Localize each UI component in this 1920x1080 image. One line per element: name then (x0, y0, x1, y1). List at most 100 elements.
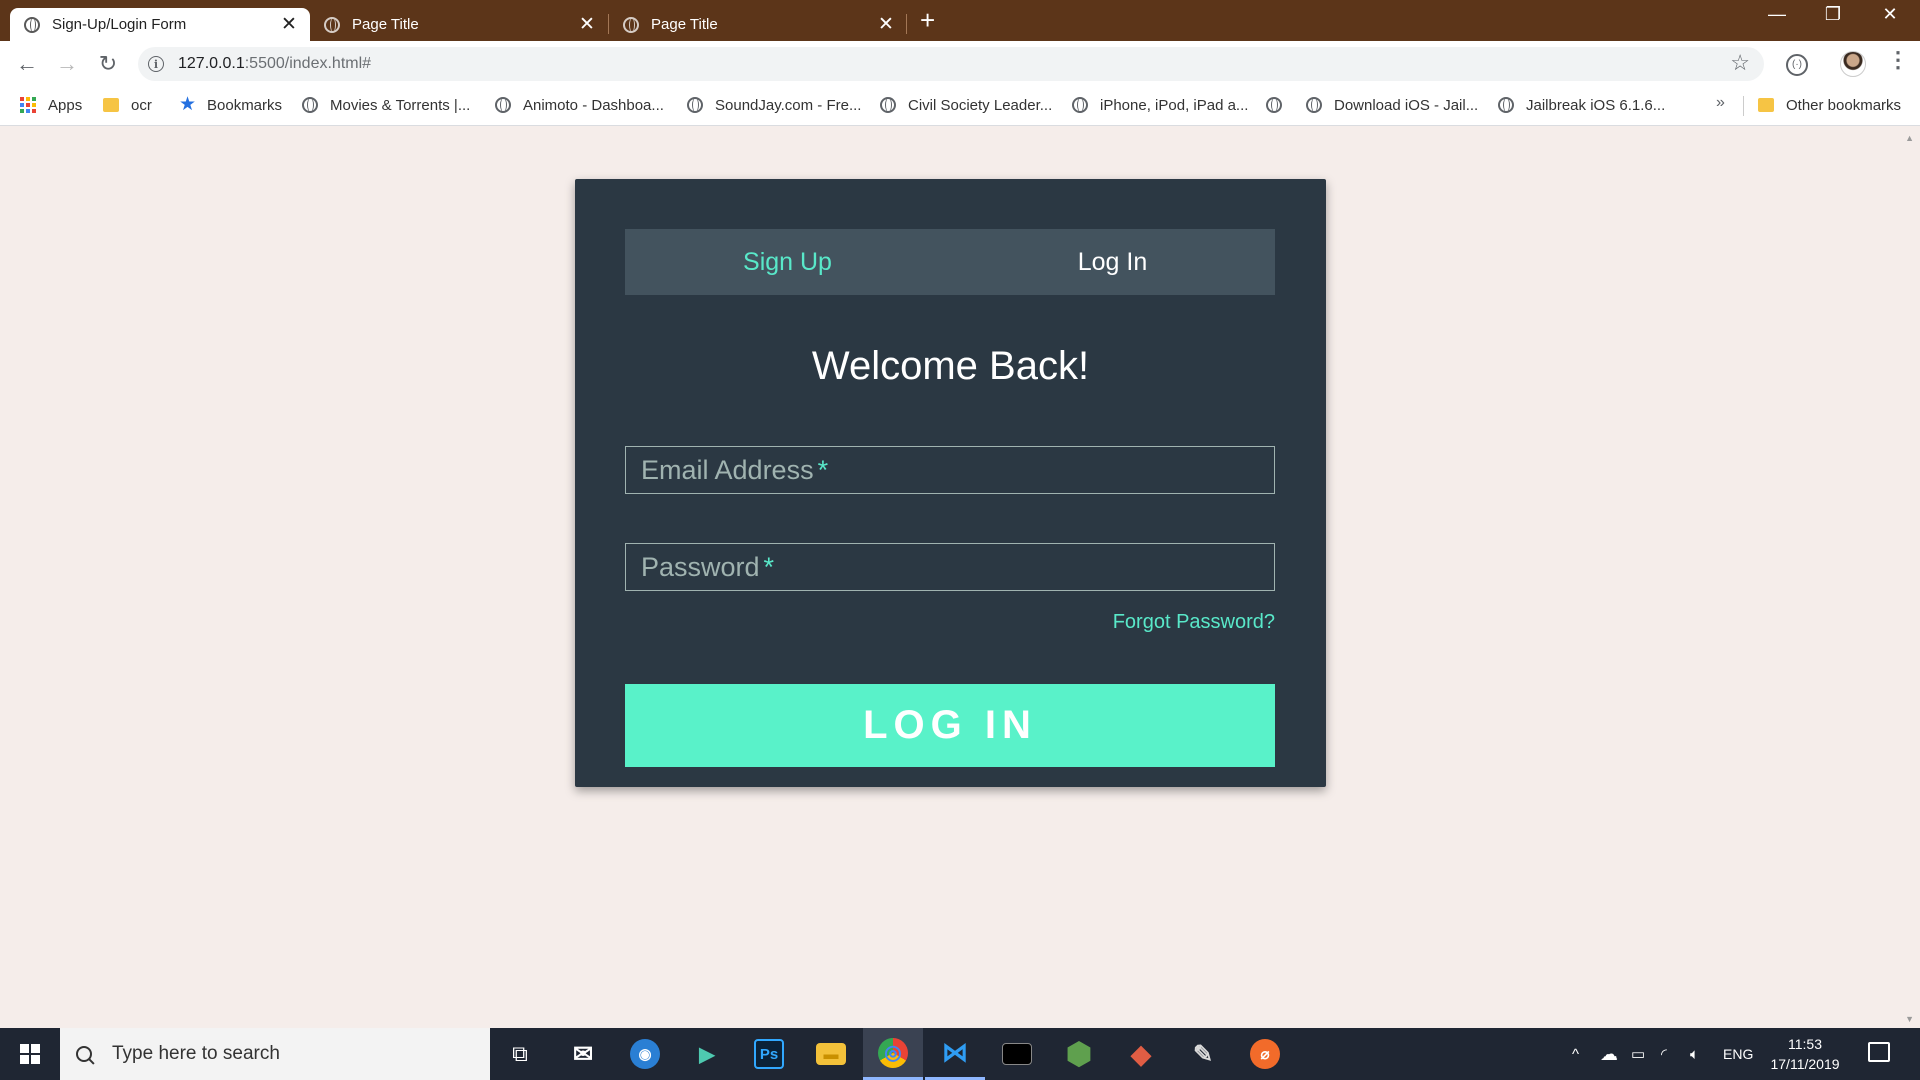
log-in-button[interactable]: LOG IN (625, 684, 1275, 767)
bookmark-iphone[interactable]: iPhone, iPod, iPad a... (1072, 88, 1248, 122)
taskbar-app-paint[interactable]: ✎ (1173, 1028, 1233, 1080)
forward-button[interactable]: → (52, 49, 82, 79)
menu-icon[interactable]: ⋮ (1887, 47, 1909, 73)
close-icon[interactable]: ✕ (877, 15, 895, 34)
bookmark-label: Movies & Torrents |... (330, 96, 471, 114)
close-window-button[interactable]: ✕ (1870, 4, 1910, 25)
bookmark-star-icon[interactable]: ☆ (1730, 50, 1750, 76)
taskbar-clock[interactable]: 11:53 17/11/2019 (1763, 1034, 1847, 1074)
profile-avatar[interactable] (1840, 51, 1866, 77)
bookmark-unnamed[interactable] (1266, 88, 1294, 122)
tab-title: Sign-Up/Login Form (52, 16, 187, 33)
bookmark-civil-society[interactable]: Civil Society Leader... (880, 88, 1052, 122)
tab-title: Page Title (352, 16, 419, 33)
vscode-icon: ⋈ (942, 1037, 968, 1067)
taskbar-app-nodejs[interactable]: ⬢ (1049, 1028, 1109, 1080)
form-tab-group: Sign Up Log In (625, 229, 1275, 295)
taskbar-app-chrome[interactable]: ◎ (863, 1028, 923, 1080)
extension-icon[interactable]: (·) (1786, 54, 1808, 76)
bookmark-label: SoundJay.com - Fre... (715, 96, 862, 114)
terminal-icon: ▭ (1002, 1043, 1032, 1065)
globe-icon (324, 16, 340, 33)
globe-icon (1266, 97, 1282, 113)
bookmark-label: ocr (131, 96, 152, 114)
forgot-password-link[interactable]: Forgot Password? (1113, 611, 1275, 634)
tray-overflow-icon[interactable]: ^ (1572, 1028, 1579, 1080)
minimize-button[interactable]: — (1757, 4, 1797, 25)
nodejs-icon: ⬢ (1065, 1037, 1093, 1071)
scroll-up-arrow[interactable]: ▲ (1905, 133, 1914, 143)
start-button[interactable] (0, 1028, 60, 1080)
tab-page-title-2[interactable]: Page Title ✕ (609, 8, 907, 41)
taskbar-app-sublime[interactable]: ▶ (677, 1028, 737, 1080)
taskbar-app-photoshop[interactable]: Ps (739, 1028, 799, 1080)
globe-icon (24, 16, 40, 33)
git-icon: ◆ (1131, 1038, 1151, 1069)
bookmark-label: Civil Society Leader... (908, 96, 1053, 114)
bookmark-bookmarks[interactable]: ★ Bookmarks (179, 88, 282, 122)
globe-icon (1072, 97, 1088, 113)
info-icon[interactable]: i (148, 56, 164, 72)
task-view-button[interactable]: ⧉ (490, 1028, 550, 1080)
sublime-icon: ▶ (699, 1043, 715, 1066)
bookmark-jailbreak[interactable]: Jailbreak iOS 6.1.6... (1498, 88, 1665, 122)
email-field[interactable]: Email Address * (625, 446, 1275, 494)
address-bar[interactable]: i 127.0.0.1:5500/index.html# ☆ (138, 47, 1764, 81)
volume-icon[interactable]: 🔈︎ (1690, 1028, 1699, 1080)
globe-icon (623, 16, 639, 33)
bookmark-download-ios[interactable]: Download iOS - Jail... (1306, 88, 1478, 122)
bookmark-ocr[interactable]: ocr (103, 88, 152, 122)
reload-button[interactable]: ↻ (93, 49, 123, 79)
bookmark-soundjay[interactable]: SoundJay.com - Fre... (687, 88, 861, 122)
scroll-down-arrow[interactable]: ▼ (1905, 1014, 1914, 1024)
globe-icon (495, 97, 511, 113)
photoshop-icon: Ps (754, 1039, 784, 1069)
taskbar-app-vscode[interactable]: ⋈ (925, 1028, 985, 1080)
tab-sign-up-login-form[interactable]: Sign-Up/Login Form ✕ (10, 8, 310, 41)
other-bookmarks-label: Other bookmarks (1786, 96, 1902, 114)
new-tab-button[interactable]: + (920, 6, 935, 34)
language-indicator[interactable]: ENG (1723, 1028, 1753, 1080)
battery-icon[interactable]: ▭ (1631, 1028, 1645, 1080)
mail-icon: ✉ (572, 1040, 594, 1068)
folder-icon: ▬ (816, 1043, 846, 1065)
form-heading: Welcome Back! (811, 344, 1090, 388)
onedrive-icon[interactable]: ☁ (1600, 1028, 1618, 1080)
restore-button[interactable]: ❐ (1813, 4, 1853, 25)
bookmarks-divider (1743, 96, 1744, 116)
email-placeholder: Email Address (641, 454, 814, 485)
close-icon[interactable]: ✕ (280, 15, 298, 34)
taskbar-app-mail[interactable]: ✉ (553, 1028, 613, 1080)
bookmark-animoto[interactable]: Animoto - Dashboa... (495, 88, 664, 122)
tab-sign-up[interactable]: Sign Up (625, 229, 950, 295)
tab-log-in[interactable]: Log In (950, 229, 1275, 295)
chrome-icon: ◎ (878, 1037, 908, 1068)
orange-app-icon: ⌀ (1250, 1039, 1280, 1069)
taskbar-app-terminal[interactable]: ▭ (987, 1028, 1047, 1080)
search-icon (72, 1042, 96, 1066)
notification-icon[interactable] (1868, 1042, 1890, 1062)
task-view-icon: ⧉ (512, 1041, 528, 1066)
close-icon[interactable]: ✕ (578, 15, 596, 34)
bookmark-label: Apps (48, 96, 83, 114)
more-bookmarks-button[interactable]: » (1716, 94, 1725, 112)
taskbar-app-orange[interactable]: ⌀ (1235, 1028, 1295, 1080)
password-field[interactable]: Password * (625, 543, 1275, 591)
bookmark-label: Bookmarks (207, 96, 283, 114)
taskbar-app-git[interactable]: ◆ (1111, 1028, 1171, 1080)
back-button[interactable]: ← (12, 49, 42, 79)
taskbar-app-thunderbird[interactable]: ◉ (615, 1028, 675, 1080)
bookmark-apps[interactable]: Apps (20, 88, 82, 122)
taskbar-search-box[interactable]: Type here to search (60, 1028, 490, 1080)
other-bookmarks[interactable]: Other bookmarks (1758, 88, 1901, 122)
tab-page-title-1[interactable]: Page Title ✕ (310, 8, 608, 41)
bookmark-movies-torrents[interactable]: Movies & Torrents |... (302, 88, 470, 122)
globe-icon (687, 97, 703, 113)
bookmark-label: Animoto - Dashboa... (523, 96, 664, 114)
wifi-icon[interactable]: ◜ (1661, 1028, 1667, 1080)
login-form-card: Sign Up Log In Welcome Back! Email Addre… (575, 179, 1326, 787)
taskbar-app-file-explorer[interactable]: ▬ (801, 1028, 861, 1080)
thunderbird-icon: ◉ (630, 1039, 660, 1069)
clock-date: 17/11/2019 (1770, 1056, 1840, 1072)
globe-icon (1498, 97, 1514, 113)
